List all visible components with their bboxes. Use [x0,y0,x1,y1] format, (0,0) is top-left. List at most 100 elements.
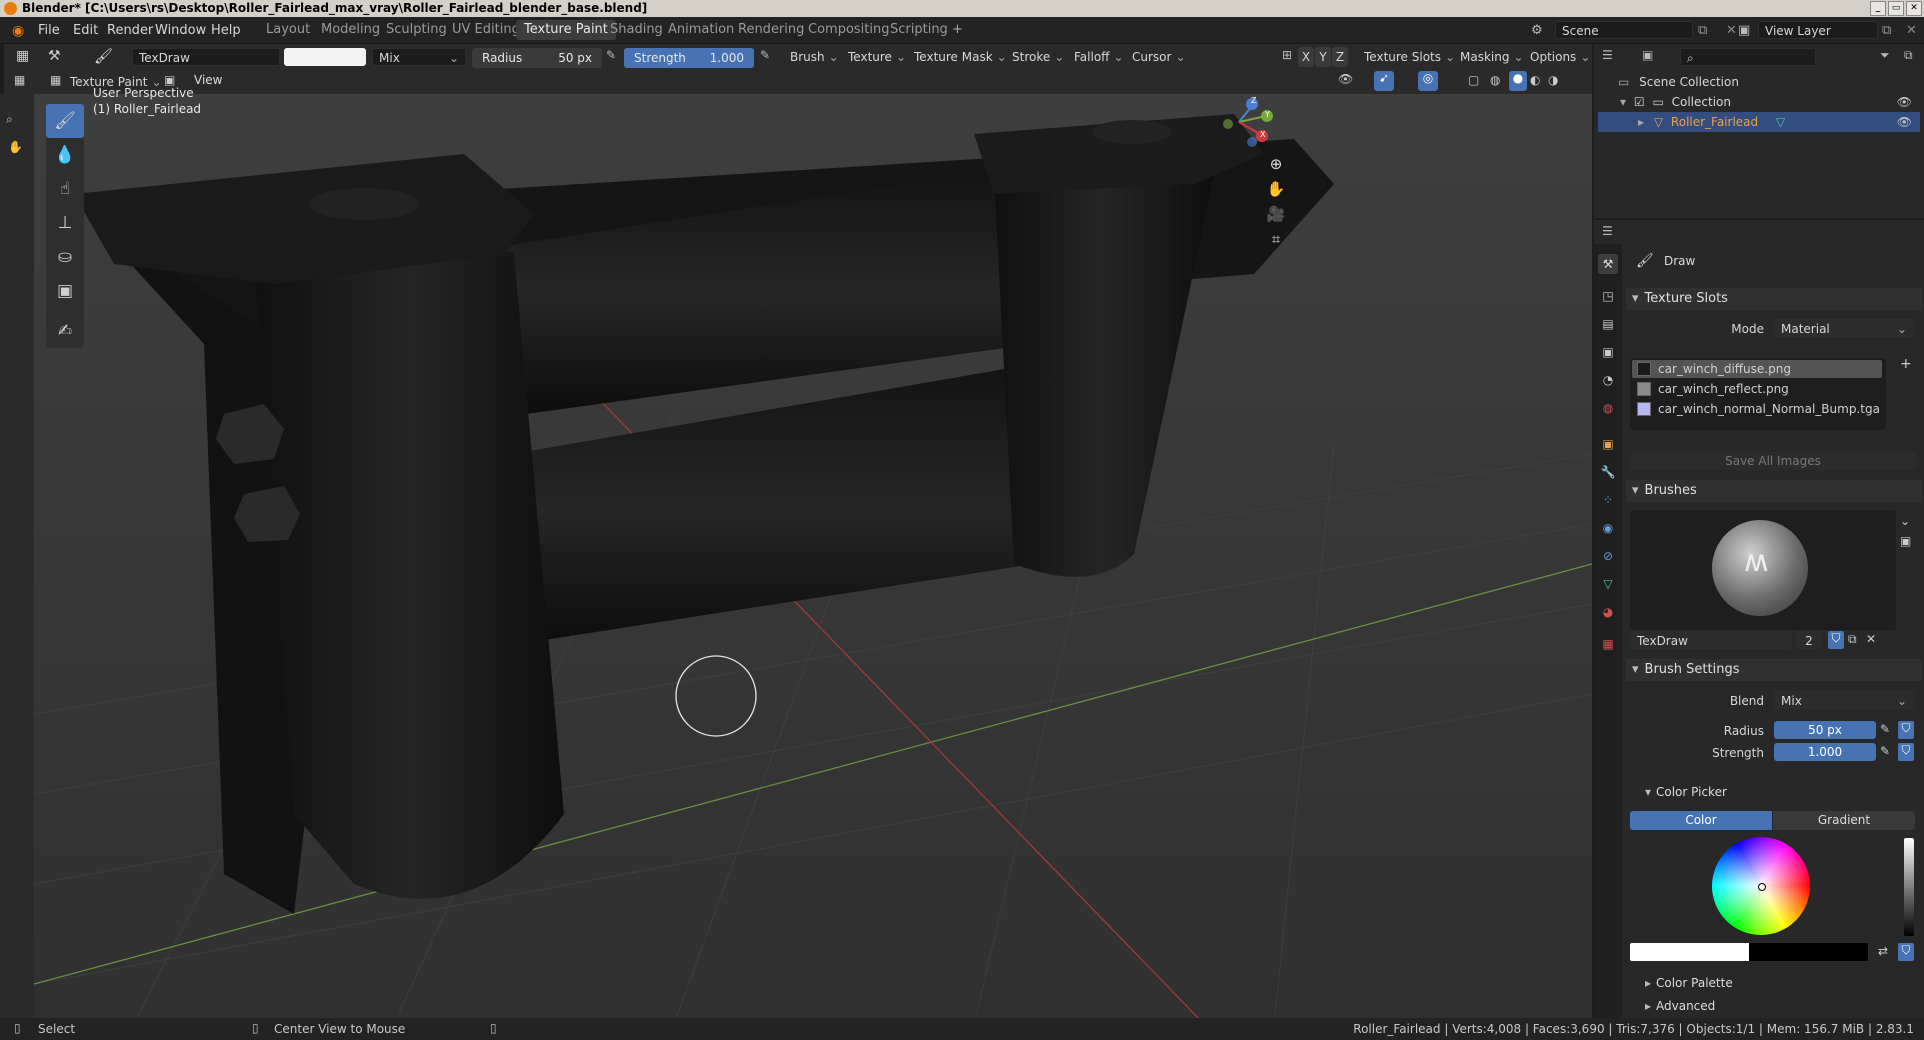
brush-users-count[interactable]: 2 [1796,631,1822,649]
falloff-menu[interactable]: Falloff [1068,47,1130,67]
options-menu[interactable]: Options [1524,47,1596,67]
filter-icon[interactable]: ⏷ [1880,48,1890,63]
pressure-icon[interactable]: ✎ [1880,722,1890,736]
mirror-x-toggle[interactable]: X [1298,47,1314,67]
brush-settings-panel-header[interactable]: Brush Settings [1626,659,1922,681]
color-wheel-cursor[interactable] [1758,883,1766,891]
outliner-row-object[interactable]: ▸ ▽ Roller_Fairlead ▽ 👁 [1598,112,1920,132]
color-palette-subpanel[interactable]: Color Palette [1656,976,1733,990]
color-mode-tab[interactable]: Color [1630,811,1772,830]
outliner-row-scene-collection[interactable]: ▭ Scene Collection [1598,72,1920,92]
mirror-z-toggle[interactable]: Z [1332,47,1348,67]
physics-tab-icon[interactable]: ◉ [1598,518,1618,538]
camera-icon[interactable]: 🎥 [1263,201,1289,227]
zoom-icon[interactable]: ⊕ [1263,151,1289,177]
close-button[interactable]: ✕ [1906,1,1922,16]
radius-slider[interactable]: Radius 50 px [472,48,602,68]
draw-tool-icon[interactable]: 🖌 [46,104,84,138]
advanced-subpanel[interactable]: Advanced [1656,999,1715,1013]
chevron-down-icon[interactable]: ▾ [1645,785,1651,799]
fill-tool-icon[interactable]: ⛀ [46,240,84,274]
unlink-icon[interactable]: ✕ [1866,632,1876,646]
gradient-mode-tab[interactable]: Gradient [1773,811,1915,830]
swap-colors-icon[interactable]: ⇄ [1878,944,1888,958]
solid-shading-icon[interactable]: ● [1509,71,1527,91]
eye-icon[interactable]: 👁 [1897,112,1912,132]
world-tab-icon[interactable]: ◍ [1598,398,1618,418]
3d-viewport[interactable] [34,94,1592,1024]
particles-tab-icon[interactable]: ⁘ [1598,490,1618,510]
overlay-toggle-icon[interactable]: ◎ [1418,71,1438,91]
menu-help[interactable]: Help [211,23,241,38]
brush-expand-icon[interactable]: ⌄ [1900,514,1910,528]
view-layer-tab-icon[interactable]: ▣ [1598,342,1618,362]
texture-slot-item[interactable]: car_winch_diffuse.png [1658,362,1791,376]
new-collection-icon[interactable]: ⧉ [1904,48,1913,63]
primary-secondary-color-swatches[interactable] [1630,943,1868,961]
expand-chevron-icon[interactable]: ▾ [1620,95,1626,109]
outliner-search-input[interactable]: ⌕ [1680,48,1816,66]
view-menu[interactable]: View [194,73,222,87]
output-tab-icon[interactable]: ▤ [1598,314,1618,334]
fake-user-icon[interactable]: ⛉ [1828,631,1844,649]
tool-tab-icon[interactable]: ⚒ [1598,254,1618,274]
radius-unit-icon[interactable]: ⛉ [1898,721,1914,739]
color-settings-icon[interactable]: ⛉ [1898,943,1914,961]
menu-edit[interactable]: Edit [73,23,98,38]
pan-hand-icon[interactable]: ✋ [1263,176,1289,202]
add-workspace-button[interactable]: + [944,20,971,40]
hand-icon[interactable]: ✋ [8,140,23,154]
radius-field[interactable]: 50 px [1774,721,1876,739]
brush-paint-icon[interactable]: 🖌 [94,47,113,65]
ortho-grid-icon[interactable]: ⌗ [1263,226,1289,252]
smear-tool-icon[interactable]: ☝ [46,172,84,206]
slot-mode-dropdown[interactable]: Material ⌄ [1774,319,1914,337]
strength-pressure-icon[interactable]: ⛉ [1898,743,1914,761]
tab-modeling[interactable]: Modeling [313,20,388,40]
strength-field[interactable]: 1.000 [1774,743,1876,761]
tab-texture-paint[interactable]: Texture Paint [516,20,616,40]
maximize-button[interactable]: ▭ [1888,1,1904,16]
rendered-shading-icon[interactable]: ◑ [1548,73,1558,87]
render-tab-icon[interactable]: ◳ [1598,286,1618,306]
material-tab-icon[interactable]: ◕ [1598,602,1618,622]
editor-type-icon[interactable]: ▦ [16,48,29,64]
value-slider[interactable] [1904,838,1914,936]
save-all-images-button[interactable]: Save All Images [1630,452,1916,470]
brush-menu[interactable]: Brush [784,47,845,67]
texture-slots-menu[interactable]: Texture Slots [1358,47,1461,67]
brush-name-field[interactable]: TexDraw [132,48,280,66]
texture-menu[interactable]: Texture [842,47,912,67]
render-layer-icon[interactable]: ▣ [1738,23,1750,38]
mirror-y-toggle[interactable]: Y [1315,47,1331,67]
texture-tab-icon[interactable]: ▦ [1598,634,1618,654]
view-layer-new-icon[interactable]: ⧉ [1882,23,1891,38]
chevron-right-icon[interactable]: ▸ [1645,976,1651,990]
scene-new-icon[interactable]: ⧉ [1698,23,1707,38]
material-shading-icon[interactable]: ◐ [1530,73,1540,87]
blend-mode-dropdown[interactable]: Mix ⌄ [372,48,466,66]
menu-window[interactable]: Window [155,23,206,38]
brush-preview-box[interactable]: ʍ [1630,510,1896,630]
view-layer-field[interactable]: View Layer [1758,21,1878,39]
display-mode-icon[interactable]: ▣ [1642,48,1653,62]
strength-slider[interactable]: Strength 1.000 [624,48,754,68]
tool-icon[interactable]: ⚒ [48,48,61,64]
tab-layout[interactable]: Layout [258,20,318,40]
expand-chevron-icon[interactable]: ▸ [1638,115,1644,129]
texture-slot-item[interactable]: car_winch_reflect.png [1658,382,1789,396]
xray-icon[interactable]: ▢ [1468,73,1479,87]
mesh-data-icon[interactable]: ▽ [1776,115,1785,129]
blend-dropdown[interactable]: Mix ⌄ [1774,691,1914,709]
texture-mask-menu[interactable]: Texture Mask [908,47,1013,67]
view-layer-close-icon[interactable]: ✕ [1906,23,1917,38]
menu-file[interactable]: File [38,23,60,38]
color-picker-subpanel[interactable]: Color Picker [1656,785,1727,799]
pressure-strength-icon[interactable]: ✎ [760,48,770,62]
visibility-icon[interactable]: 👁 [1338,72,1353,86]
data-tab-icon[interactable]: ▽ [1598,574,1618,594]
properties-editor-icon[interactable]: ☰ [1602,224,1613,238]
outliner-row-collection[interactable]: ▾ ☑ ▭ Collection 👁 [1598,92,1920,112]
chevron-right-icon[interactable]: ▸ [1645,999,1651,1013]
add-slot-icon[interactable]: + [1900,356,1912,372]
